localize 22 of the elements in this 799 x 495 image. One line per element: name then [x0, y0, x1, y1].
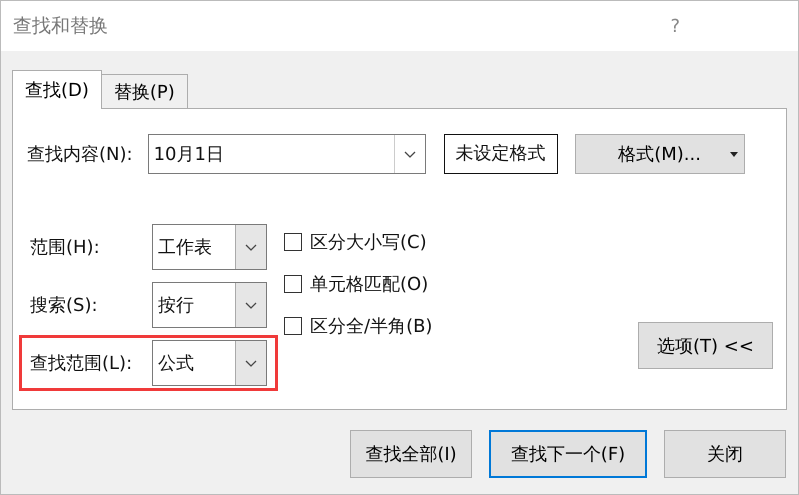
- option-label: 范围(H):: [30, 236, 101, 259]
- tab[interactable]: 替换(P): [100, 74, 188, 108]
- dialog-button[interactable]: 查找下一个(F): [489, 430, 647, 478]
- checkbox[interactable]: 区分全/半角(B): [284, 314, 432, 338]
- find-label: 查找内容(N):: [27, 143, 133, 166]
- checkbox[interactable]: 区分大小写(C): [284, 230, 432, 254]
- dialog-button[interactable]: 查找全部(I): [350, 430, 472, 478]
- option-combo[interactable]: 按行: [152, 282, 267, 328]
- tab[interactable]: 查找(D): [12, 70, 102, 109]
- format-button[interactable]: 格式(M)...: [574, 134, 745, 174]
- option-label: 搜索(S):: [30, 294, 99, 317]
- option-combo[interactable]: 公式: [152, 340, 267, 386]
- help-button[interactable]: ?: [664, 14, 686, 38]
- option-label: 查找范围(L):: [30, 352, 134, 375]
- checkbox[interactable]: 单元格匹配(O): [284, 272, 432, 296]
- option-combo[interactable]: 工作表: [152, 224, 267, 270]
- options-button[interactable]: 选项(T) <<: [638, 322, 773, 369]
- window-title: 查找和替换: [13, 14, 109, 39]
- format-preview: 未设定格式: [444, 134, 558, 174]
- dropdown-arrow-icon[interactable]: [730, 152, 738, 157]
- find-combo[interactable]: 10月1日: [148, 134, 426, 174]
- dialog-button[interactable]: 关闭: [664, 430, 786, 478]
